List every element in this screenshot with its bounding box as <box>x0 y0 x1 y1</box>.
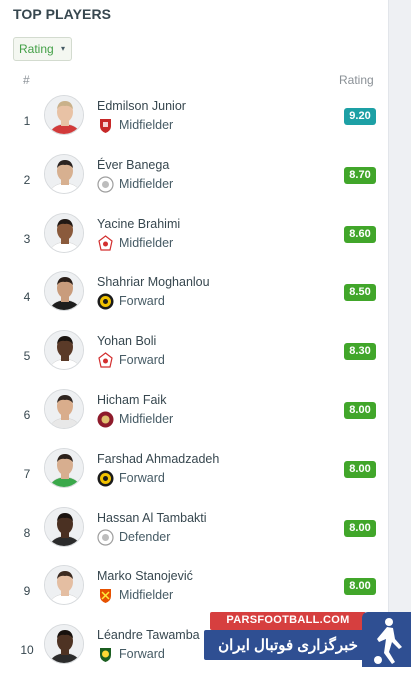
player-rank: 1 <box>23 114 31 128</box>
rating-badge: 8.60 <box>344 226 376 243</box>
player-avatar[interactable] <box>44 271 84 311</box>
player-position: Midfielder <box>119 412 174 426</box>
player-row[interactable]: 4 Shahriar Moghanlou Forward 8.50 <box>0 271 388 329</box>
rating-column-header: Rating <box>339 73 374 87</box>
player-avatar[interactable] <box>44 95 84 135</box>
player-name[interactable]: Hicham Faik <box>97 393 166 407</box>
player-avatar[interactable] <box>44 154 84 194</box>
rating-badge: 8.00 <box>344 461 376 478</box>
player-avatar[interactable] <box>44 624 84 664</box>
player-rank: 9 <box>23 584 31 598</box>
club-badge-icon <box>97 293 114 310</box>
club-badge-icon <box>97 587 114 604</box>
rating-badge: 8.50 <box>344 284 376 301</box>
club-badge-icon <box>97 235 114 252</box>
player-position: Forward <box>119 647 165 661</box>
player-rank: 2 <box>23 173 31 187</box>
chevron-down-icon: ▾ <box>61 44 66 53</box>
player-rank: 5 <box>23 349 31 363</box>
player-avatar[interactable] <box>44 389 84 429</box>
player-rank: 7 <box>23 467 31 481</box>
player-rank: 3 <box>23 232 31 246</box>
player-name[interactable]: Yohan Boli <box>97 334 156 348</box>
club-badge-icon <box>97 411 114 428</box>
player-row[interactable]: 2 Éver Banega Midfielder 8.70 <box>0 154 388 212</box>
player-avatar[interactable] <box>44 448 84 488</box>
player-position: Midfielder <box>119 118 174 132</box>
club-badge-icon <box>97 470 114 487</box>
club-badge-icon <box>97 529 114 546</box>
rating-badge: 8.00 <box>344 520 376 537</box>
player-rank: 8 <box>23 526 31 540</box>
player-name[interactable]: Éver Banega <box>97 158 169 172</box>
player-name[interactable]: Léandre Tawamba <box>97 628 200 642</box>
player-avatar[interactable] <box>44 330 84 370</box>
player-row[interactable]: 1 Edmilson Junior Midfielder 9.20 <box>0 95 388 153</box>
player-row[interactable]: 3 Yacine Brahimi Midfielder 8.60 <box>0 213 388 271</box>
club-badge-icon <box>97 646 114 663</box>
player-name[interactable]: Yacine Brahimi <box>97 217 180 231</box>
player-rank: 4 <box>23 290 31 304</box>
watermark-tagline-bar: خبرگزاری فوتبال ایران <box>204 630 372 660</box>
rating-badge: 8.70 <box>344 167 376 184</box>
club-badge-icon <box>97 117 114 134</box>
player-position: Defender <box>119 530 171 544</box>
top-players-panel: TOP PLAYERS Rating ▾ # Rating 1 Edmilson … <box>0 0 388 667</box>
player-name[interactable]: Edmilson Junior <box>97 99 186 113</box>
player-name[interactable]: Marko Stanojević <box>97 569 193 583</box>
rating-badge: 8.30 <box>344 343 376 360</box>
watermark-tagline: خبرگزاری فوتبال ایران <box>218 637 358 654</box>
rank-column-header: # <box>23 73 30 87</box>
player-avatar[interactable] <box>44 565 84 605</box>
player-avatar[interactable] <box>44 213 84 253</box>
section-title: TOP PLAYERS <box>13 6 112 22</box>
player-position: Forward <box>119 471 165 485</box>
player-rank: 10 <box>20 643 34 657</box>
rating-badge: 9.20 <box>344 108 376 125</box>
player-position: Midfielder <box>119 236 174 250</box>
football-player-logo-icon <box>362 612 411 667</box>
scrollbar[interactable] <box>388 0 411 667</box>
rating-badge: 8.00 <box>344 578 376 595</box>
watermark-banner: PARSFOOTBALL.COM خبرگزاری فوتبال ایران <box>204 612 411 667</box>
player-position: Midfielder <box>119 588 174 602</box>
player-position: Forward <box>119 294 165 308</box>
player-row[interactable]: 8 Hassan Al Tambakti Defender 8.00 <box>0 507 388 565</box>
player-position: Forward <box>119 353 165 367</box>
player-name[interactable]: Farshad Ahmadzadeh <box>97 452 219 466</box>
club-badge-icon <box>97 352 114 369</box>
club-badge-icon <box>97 176 114 193</box>
player-row[interactable]: 5 Yohan Boli Forward 8.30 <box>0 330 388 388</box>
player-row[interactable]: 7 Farshad Ahmadzadeh Forward 8.00 <box>0 448 388 506</box>
rating-badge: 8.00 <box>344 402 376 419</box>
player-avatar[interactable] <box>44 507 84 547</box>
rating-filter-dropdown[interactable]: Rating ▾ <box>13 37 72 61</box>
player-name[interactable]: Hassan Al Tambakti <box>97 511 207 525</box>
player-name[interactable]: Shahriar Moghanlou <box>97 275 210 289</box>
player-row[interactable]: 6 Hicham Faik Midfielder 8.00 <box>0 389 388 447</box>
dropdown-selected-label: Rating <box>19 42 54 56</box>
watermark-url: PARSFOOTBALL.COM <box>226 614 350 626</box>
watermark-url-bar: PARSFOOTBALL.COM <box>210 612 366 630</box>
player-rank: 6 <box>23 408 31 422</box>
player-position: Midfielder <box>119 177 174 191</box>
